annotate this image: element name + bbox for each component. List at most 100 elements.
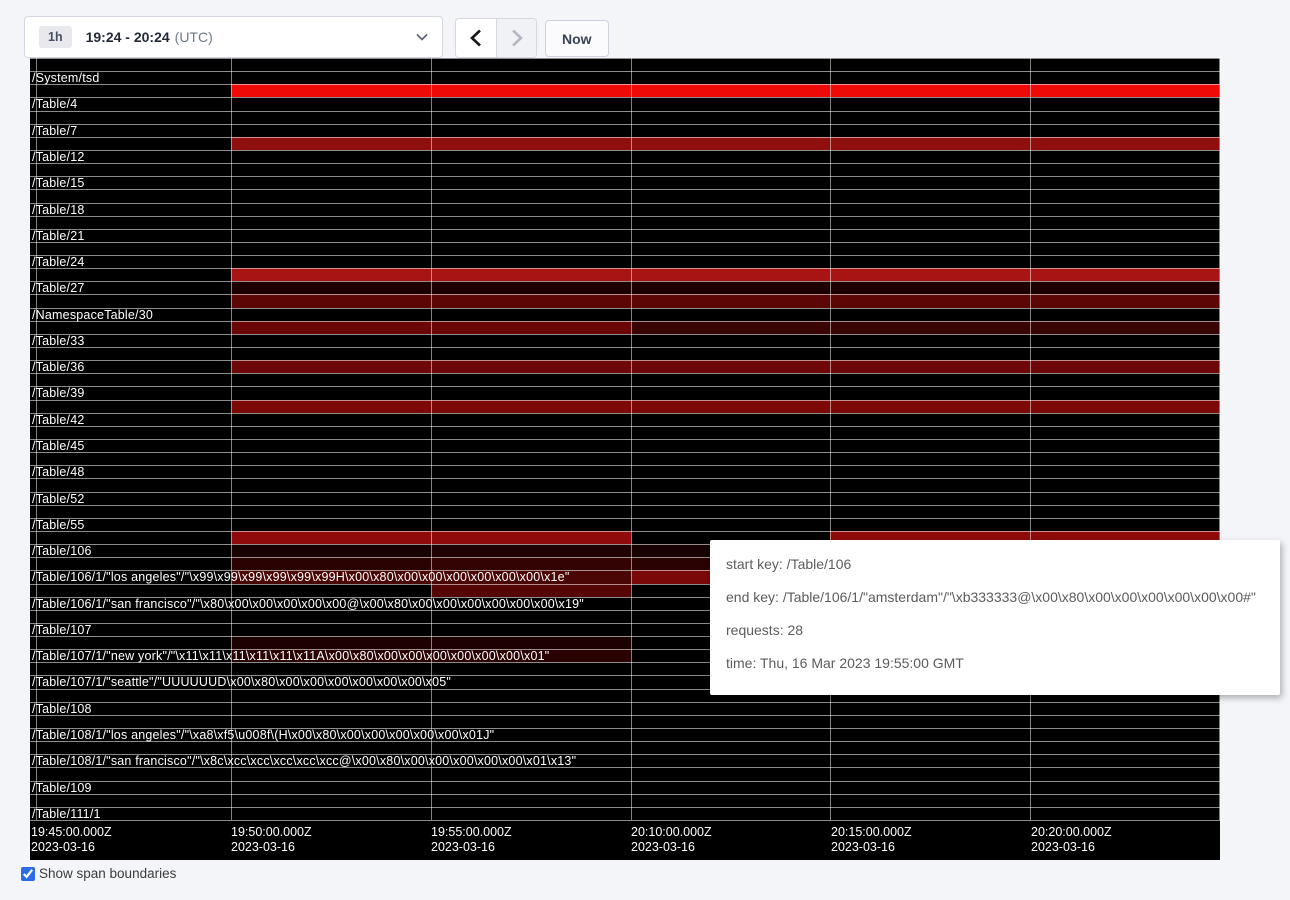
row-label: /Table/106/1/"los angeles"/"\x99\x99\x99… xyxy=(32,571,569,584)
row-label: /Table/33 xyxy=(32,335,85,348)
row-label: /Table/107 xyxy=(32,624,92,637)
span-boundary-line xyxy=(30,360,1220,361)
cell-tooltip: start key: /Table/106 end key: /Table/10… xyxy=(710,540,1280,695)
span-boundary-line xyxy=(30,807,1220,808)
span-boundary-line xyxy=(30,124,1220,125)
next-range-button[interactable] xyxy=(496,19,536,57)
row-label: /Table/45 xyxy=(32,440,85,453)
heatmap-hot-cell xyxy=(431,137,631,150)
heatmap-hot-cell xyxy=(431,84,631,97)
heatmap-hot-cell xyxy=(631,268,830,281)
row-label: /Table/109 xyxy=(32,782,92,795)
heatmap-hot-cell xyxy=(830,281,1030,294)
heatmap-hot-cell xyxy=(631,400,830,413)
heatmap-hot-cell xyxy=(431,557,631,570)
row-label: /Table/39 xyxy=(32,387,85,400)
x-axis-time: 20:20:00.000Z xyxy=(1031,825,1112,840)
heatmap-hot-cell xyxy=(1030,268,1219,281)
row-label: /Table/108 xyxy=(32,703,92,716)
row-label: /Table/18 xyxy=(32,204,85,217)
span-boundary-line xyxy=(30,478,1220,479)
time-column-line xyxy=(1219,58,1220,820)
span-boundary-line xyxy=(30,111,1220,112)
tooltip-end-key: end key: /Table/106/1/"amsterdam"/"\xb33… xyxy=(726,588,1264,607)
span-boundary-line xyxy=(30,163,1220,164)
x-axis-date: 2023-03-16 xyxy=(631,840,712,855)
x-axis-tick: 19:45:00.000Z2023-03-16 xyxy=(31,825,112,855)
span-boundary-line xyxy=(30,176,1220,177)
heatmap-hot-cell xyxy=(231,360,431,373)
span-boundary-line xyxy=(30,308,1220,309)
heatmap-hot-cell xyxy=(431,281,631,294)
span-boundary-line xyxy=(30,71,1220,72)
span-boundary-line xyxy=(30,465,1220,466)
span-boundary-line xyxy=(30,229,1220,230)
span-boundary-line xyxy=(30,386,1220,387)
span-boundary-line xyxy=(30,242,1220,243)
x-axis-tick: 20:15:00.000Z2023-03-16 xyxy=(831,825,912,855)
heatmap-hot-cell xyxy=(431,294,631,307)
heatmap-hot-cell xyxy=(431,321,631,334)
row-label: /Table/4 xyxy=(32,98,77,111)
span-boundary-line xyxy=(30,531,1220,532)
heatmap-hot-cell xyxy=(1030,321,1219,334)
span-boundary-line xyxy=(30,413,1220,414)
x-axis-time: 20:10:00.000Z xyxy=(631,825,712,840)
tooltip-start-key: start key: /Table/106 xyxy=(726,555,1264,574)
chevron-down-icon xyxy=(416,33,428,41)
heatmap-hot-cell xyxy=(431,400,631,413)
span-boundary-line xyxy=(30,820,1220,821)
x-axis-tick: 19:50:00.000Z2023-03-16 xyxy=(231,825,312,855)
heatmap-hot-cell xyxy=(830,268,1030,281)
span-boundary-line xyxy=(30,505,1220,506)
time-column-line xyxy=(631,58,632,820)
row-label: /System/tsd xyxy=(32,72,100,85)
heatmap-hot-cell xyxy=(631,84,830,97)
heatmap-hot-cell xyxy=(231,137,431,150)
prev-range-button[interactable] xyxy=(456,19,496,57)
row-label: /Table/111/1 xyxy=(32,808,101,821)
time-range-select[interactable]: 1h 19:24 - 20:24 (UTC) xyxy=(24,16,443,58)
show-span-boundaries-checkbox[interactable] xyxy=(21,867,35,881)
heatmap-hot-cell xyxy=(631,294,830,307)
time-column-line xyxy=(431,58,432,820)
heatmap-hot-cell xyxy=(431,636,631,649)
span-boundary-line xyxy=(30,150,1220,151)
row-label: /Table/108/1/"san francisco"/"\x8c\xcc\x… xyxy=(32,755,576,768)
range-nav-group xyxy=(455,18,537,58)
row-label: /Table/106/1/"san francisco"/"\x80\x00\x… xyxy=(32,598,584,611)
x-axis-time: 19:45:00.000Z xyxy=(31,825,112,840)
span-boundary-line xyxy=(30,216,1220,217)
heatmap-hot-cell xyxy=(431,584,631,597)
x-axis-time: 19:55:00.000Z xyxy=(431,825,512,840)
span-boundary-line xyxy=(30,715,1220,716)
x-axis-date: 2023-03-16 xyxy=(31,840,112,855)
span-boundary-line xyxy=(30,281,1220,282)
row-label: /Table/12 xyxy=(32,151,85,164)
heatmap-hot-cell xyxy=(830,294,1030,307)
x-axis-time: 19:50:00.000Z xyxy=(231,825,312,840)
span-boundary-line xyxy=(30,492,1220,493)
now-button[interactable]: Now xyxy=(545,20,609,57)
key-visualizer-heatmap[interactable]: /System/tsd/Table/4/Table/7/Table/12/Tab… xyxy=(30,58,1220,860)
heatmap-hot-cell xyxy=(1030,294,1219,307)
key-visualizer-page: 1h 19:24 - 20:24 (UTC) Now /System/tsd/T… xyxy=(0,0,1290,900)
heatmap-hot-cell xyxy=(231,268,431,281)
heatmap-hot-cell xyxy=(830,84,1030,97)
time-column-line xyxy=(231,58,232,820)
time-column-line xyxy=(1030,58,1031,820)
heatmap-hot-cell xyxy=(1030,400,1219,413)
row-label: /Table/27 xyxy=(32,282,85,295)
x-axis-date: 2023-03-16 xyxy=(1031,840,1112,855)
span-boundary-line xyxy=(30,203,1220,204)
span-boundary-line xyxy=(30,84,1220,85)
x-axis-date: 2023-03-16 xyxy=(431,840,512,855)
heatmap-hot-cell xyxy=(830,321,1030,334)
heatmap-hot-cell xyxy=(1030,281,1219,294)
span-boundary-line xyxy=(30,294,1220,295)
span-boundary-line xyxy=(30,439,1220,440)
heatmap-hot-cell xyxy=(431,531,631,544)
span-boundary-line xyxy=(30,452,1220,453)
row-label: /Table/55 xyxy=(32,519,85,532)
span-boundary-line xyxy=(30,97,1220,98)
